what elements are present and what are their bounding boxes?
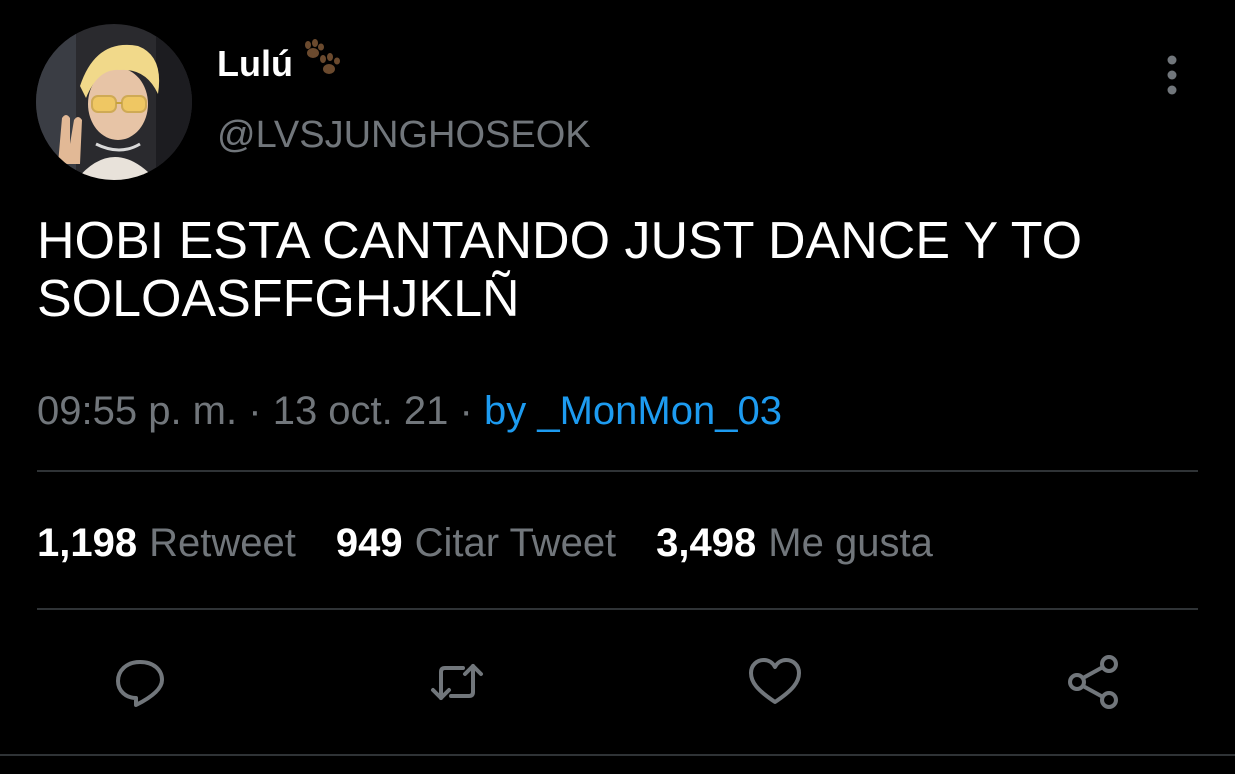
like-button[interactable]: [743, 650, 807, 714]
divider: [37, 470, 1198, 472]
user-handle[interactable]: @LVSJUNGHOSEOK: [217, 112, 591, 158]
retweets-stat[interactable]: 1,198 Retweet: [37, 518, 296, 568]
tweet-stats: 1,198 Retweet 949 Citar Tweet 3,498 Me gust…: [37, 518, 933, 568]
likes-stat[interactable]: 3,498 Me gusta: [656, 518, 933, 568]
reply-button[interactable]: [108, 650, 172, 714]
divider: [37, 608, 1198, 610]
tweet-text-line: HOBI ESTA CANTANDO JUST DANCE Y TO: [37, 212, 1083, 270]
quotes-label: Citar Tweet: [414, 521, 617, 565]
avatar[interactable]: [36, 24, 192, 180]
retweets-count: 1,198: [37, 521, 138, 565]
tweet-source-link[interactable]: by _MonMon_03: [484, 389, 782, 433]
display-name-text: Lulú: [217, 43, 293, 84]
tweet-date[interactable]: 13 oct. 21: [273, 389, 449, 433]
reply-icon: [116, 660, 164, 707]
retweet-icon: [431, 664, 483, 700]
quotes-count: 949: [335, 521, 403, 565]
tweet-meta: 09:55 p. m. · 13 oct. 21 · by _MonMon_03: [37, 386, 782, 436]
display-name[interactable]: Lulú: [217, 39, 345, 86]
likes-label: Me gusta: [768, 521, 933, 565]
share-button[interactable]: [1061, 650, 1125, 714]
bottom-divider: [0, 754, 1235, 756]
paw-prints-icon: [304, 39, 340, 74]
avatar-photo: [36, 24, 192, 180]
heart-icon: [749, 658, 801, 704]
meta-separator: ·: [459, 389, 473, 433]
quotes-stat[interactable]: 949 Citar Tweet: [336, 518, 616, 568]
likes-count: 3,498: [656, 521, 757, 565]
tweet-time[interactable]: 09:55 p. m.: [37, 389, 237, 433]
retweet-button[interactable]: [425, 650, 489, 714]
tweet-text: HOBI ESTA CANTANDO JUST DANCE Y TO SOLOA…: [37, 212, 1207, 328]
meta-separator: ·: [248, 389, 262, 433]
retweets-label: Retweet: [149, 521, 296, 565]
share-icon: [1068, 655, 1118, 709]
more-vertical-icon[interactable]: [1155, 52, 1189, 98]
tweet-text-line: SOLOASFFGHJKLÑ: [37, 270, 520, 328]
